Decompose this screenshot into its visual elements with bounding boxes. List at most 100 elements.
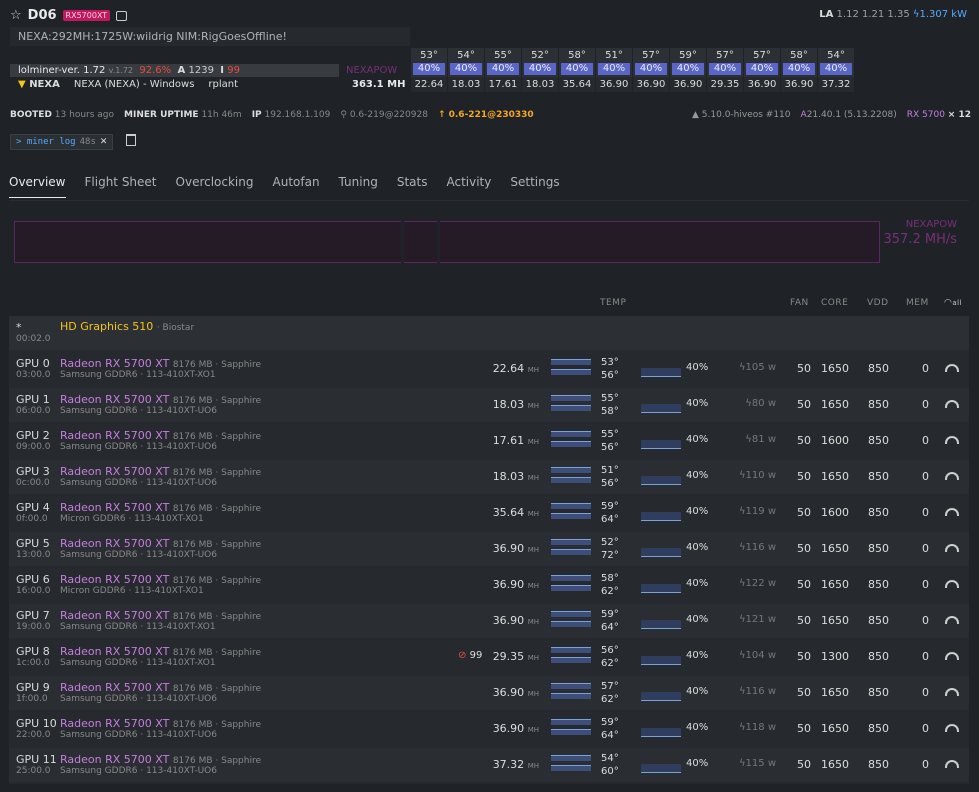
gpu-core: 1300 <box>821 650 849 663</box>
fan-bar <box>641 584 681 593</box>
ban-icon: ⊘ <box>458 650 467 661</box>
miner-log-button[interactable]: > miner log 48s ✕ <box>10 134 114 150</box>
miner-bar[interactable]: lolminer-ver. 1.72 v.1.72 92.6% A 1239 I… <box>10 64 339 77</box>
gpu-id: GPU 6 <box>16 573 50 586</box>
gpu-power: ϟ81 w <box>745 434 776 445</box>
cpu-row[interactable]: * 00:02.0 HD Graphics 510 · Biostar <box>9 316 969 350</box>
gauge-icon[interactable] <box>945 364 959 372</box>
cpu-id: * <box>16 321 22 334</box>
gpu-fan: 50 <box>797 614 811 627</box>
tile-temp: 59° <box>679 50 697 61</box>
gauge-all-icon[interactable]: ◠all <box>944 298 962 308</box>
system-info: ▲ 5.10.0-hiveos #110 A21.40.1 (5.13.2208… <box>692 110 971 120</box>
gpu-tile[interactable]: 58° 40% 35.64 <box>559 48 595 92</box>
gpu-tile[interactable]: 57° 40% 29.35 <box>707 48 743 92</box>
gauge-icon[interactable] <box>945 652 959 660</box>
gpu-tile[interactable]: 52° 40% 18.03 <box>522 48 558 92</box>
gauge-icon[interactable] <box>945 724 959 732</box>
pool-name: rplant <box>208 79 239 90</box>
gpu-tile[interactable]: 51° 40% 36.90 <box>596 48 632 92</box>
gpu-tile[interactable]: 59° 40% 36.90 <box>670 48 706 92</box>
gpu-fan-percent: 40% <box>686 686 709 697</box>
gauge-icon[interactable] <box>945 580 959 588</box>
gpu-name: Radeon RX 5700 XT 8176 MB · Sapphire <box>60 645 262 658</box>
gpu-tile[interactable]: 54° 40% 18.03 <box>448 48 484 92</box>
gpu-mem-clock: 0 <box>922 398 929 411</box>
gpu-core: 1650 <box>821 758 849 771</box>
gauge-icon[interactable] <box>945 400 959 408</box>
gpu-row[interactable]: GPU 8 1c:00.0 Radeon RX 5700 XT 8176 MB … <box>9 640 969 674</box>
gpu-name: Radeon RX 5700 XT 8176 MB · Sapphire <box>60 501 262 514</box>
gauge-icon[interactable] <box>945 544 959 552</box>
miner-version: v.1.72 <box>108 66 134 75</box>
tab-tuning[interactable]: Tuning <box>339 175 378 198</box>
gpu-row[interactable]: GPU 7 19:00.0 Radeon RX 5700 XT 8176 MB … <box>9 604 969 638</box>
gpu-tile[interactable]: 58° 40% 36.90 <box>781 48 817 92</box>
power-icon: ϟ <box>738 722 746 733</box>
gpu-fan: 50 <box>797 542 811 555</box>
gpu-tile[interactable]: 54° 40% 37.32 <box>818 48 854 92</box>
rig-name[interactable]: D06 <box>28 8 57 23</box>
fan-bar <box>641 476 681 485</box>
tile-hashrate: 36.90 <box>781 77 817 92</box>
gpu-hashrate: 35.64 MH <box>492 506 539 519</box>
gpu-row[interactable]: GPU 1 06:00.0 Radeon RX 5700 XT 8176 MB … <box>9 388 969 422</box>
miner-message: NEXA:292MH:1725W:wildrig NIM:RigGoesOffl… <box>10 27 410 46</box>
gpu-power: ϟ122 w <box>738 578 776 589</box>
star-icon[interactable]: ☆ <box>10 8 22 23</box>
gpu-bus: 16:00.0 <box>16 586 51 596</box>
gpu-row[interactable]: GPU 9 1f:00.0 Radeon RX 5700 XT 8176 MB … <box>9 676 969 710</box>
gpu-row[interactable]: GPU 4 0f:00.0 Radeon RX 5700 XT 8176 MB … <box>9 496 969 530</box>
tab-flight-sheet[interactable]: Flight Sheet <box>85 175 157 198</box>
gpu-temp-bars <box>551 359 591 379</box>
gpu-vdd: 850 <box>868 758 889 771</box>
power-icon: ϟ <box>738 614 746 625</box>
close-icon[interactable]: ✕ <box>100 137 108 147</box>
gpu-tile[interactable]: 57° 40% 36.90 <box>633 48 669 92</box>
gpu-memory: Samsung GDDR6 · 113-410XT-UO6 <box>60 478 217 488</box>
gpu-tile[interactable]: 55° 40% 17.61 <box>485 48 521 92</box>
gpu-bus: 1c:00.0 <box>16 658 50 668</box>
gpu-temps: 58° 62° <box>601 573 619 597</box>
gpu-vdd: 850 <box>868 506 889 519</box>
la-label: LA <box>819 9 834 20</box>
gpu-tile[interactable]: 53° 40% 22.64 <box>411 48 447 92</box>
gauge-icon[interactable] <box>945 508 959 516</box>
gpu-tile[interactable]: 57° 40% 36.90 <box>744 48 780 92</box>
gpu-row[interactable]: GPU 2 09:00.0 Radeon RX 5700 XT 8176 MB … <box>9 424 969 458</box>
tab-overclocking[interactable]: Overclocking <box>176 175 254 198</box>
tab-overview[interactable]: Overview <box>9 175 66 198</box>
gpu-name: Radeon RX 5700 XT 8176 MB · Sapphire <box>60 609 262 622</box>
gpu-vdd: 850 <box>868 362 889 375</box>
gpu-row[interactable]: GPU 6 16:00.0 Radeon RX 5700 XT 8176 MB … <box>9 568 969 602</box>
cpu-name: HD Graphics 510 · Biostar <box>60 320 195 333</box>
tab-autofan[interactable]: Autofan <box>273 175 320 198</box>
trash-icon[interactable] <box>126 134 136 146</box>
gpu-row[interactable]: GPU 3 0c:00.0 Radeon RX 5700 XT 8176 MB … <box>9 460 969 494</box>
gpu-power: ϟ80 w <box>745 398 776 409</box>
gpu-row[interactable]: GPU 10 22:00.0 Radeon RX 5700 XT 8176 MB… <box>9 712 969 746</box>
tab-stats[interactable]: Stats <box>397 175 428 198</box>
gpu-name: Radeon RX 5700 XT 8176 MB · Sapphire <box>60 537 262 550</box>
gpu-bus: 0f:00.0 <box>16 514 48 524</box>
tab-settings[interactable]: Settings <box>510 175 559 198</box>
gpu-row[interactable]: GPU 0 03:00.0 Radeon RX 5700 XT 8176 MB … <box>9 352 969 386</box>
gpu-row[interactable]: GPU 5 13:00.0 Radeon RX 5700 XT 8176 MB … <box>9 532 969 566</box>
gauge-icon[interactable] <box>945 616 959 624</box>
gpu-tiles: 53° 40% 22.64 54° 40% 18.03 55° 40% 17.61 5… <box>411 48 854 92</box>
hashrate-graph <box>14 221 880 263</box>
gauge-icon[interactable] <box>945 472 959 480</box>
gpu-hashrate: 18.03 MH <box>492 470 539 483</box>
tile-hashrate: 17.61 <box>485 77 521 92</box>
gauge-icon[interactable] <box>945 688 959 696</box>
camera-icon[interactable] <box>116 10 128 21</box>
tab-activity[interactable]: Activity <box>446 175 491 198</box>
gpu-fan-percent: 40% <box>686 398 709 409</box>
gpu-vdd: 850 <box>868 542 889 555</box>
agent-update[interactable]: ↑ 0.6-221@230330 <box>438 110 534 120</box>
gauge-icon[interactable] <box>945 760 959 768</box>
gpu-row[interactable]: GPU 11 25:00.0 Radeon RX 5700 XT 8176 MB… <box>9 748 969 782</box>
gpu-mem-clock: 0 <box>922 434 929 447</box>
gpu-power: ϟ116 w <box>738 686 776 697</box>
gauge-icon[interactable] <box>945 436 959 444</box>
